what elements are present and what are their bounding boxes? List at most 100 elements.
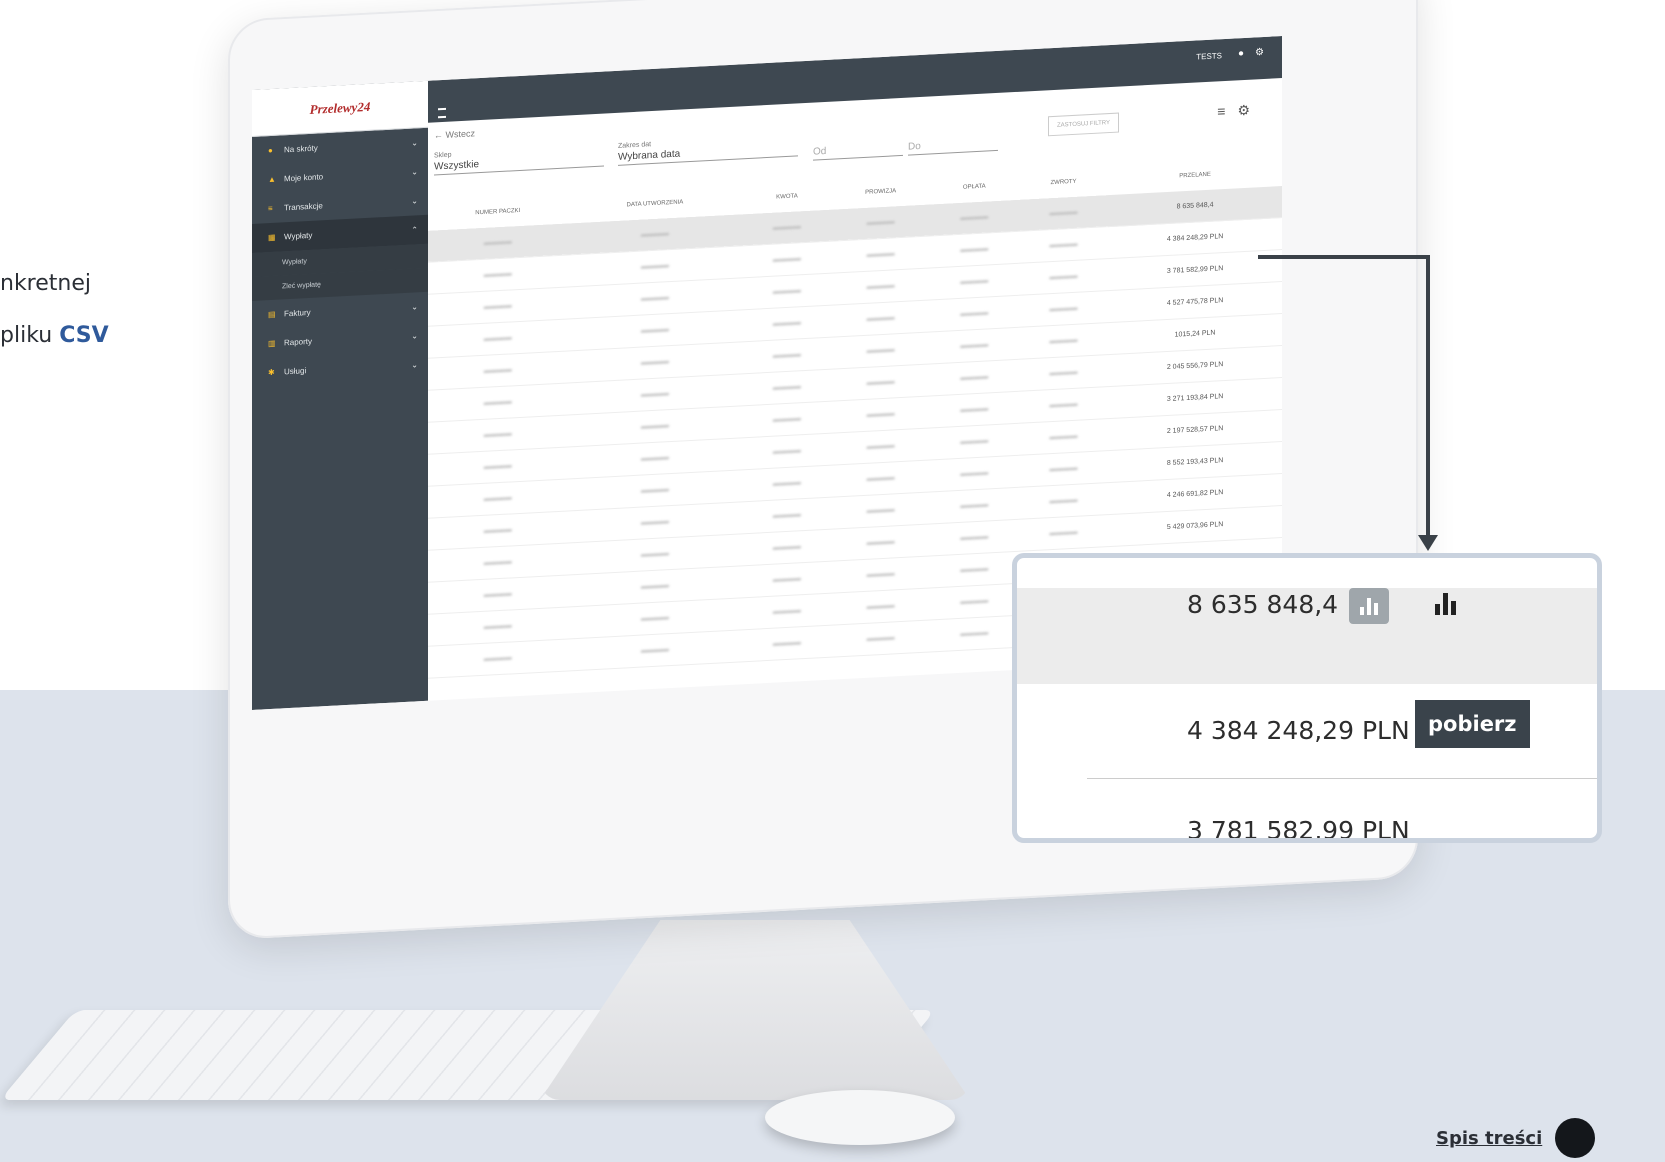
download-tooltip[interactable]: pobierz: [1415, 700, 1530, 748]
pin-icon: ●: [268, 145, 273, 156]
blurred-cell: ▬▬▬▬: [742, 497, 832, 534]
blurred-cell: ▬▬▬▬: [831, 491, 930, 530]
blurred-cell: ▬▬▬▬: [831, 235, 930, 274]
chevron-down-icon: ⌄: [411, 167, 418, 177]
page-number-badge: [1555, 1118, 1595, 1158]
csv-highlight: CSV: [59, 323, 109, 348]
blurred-cell: ▬▬▬▬: [831, 427, 930, 466]
blurred-cell: ▬▬▬▬: [929, 231, 1019, 268]
blurred-cell: ▬▬▬▬: [1018, 258, 1109, 296]
date-to-input[interactable]: Do: [908, 135, 998, 156]
blurred-cell: ▬▬▬▬: [929, 295, 1019, 332]
apply-filters-button[interactable]: ZASTOSUJ FILTRY: [1048, 112, 1120, 137]
row-divider: [1087, 778, 1597, 779]
back-button[interactable]: ← Wstecz: [434, 128, 475, 140]
chevron-down-icon: ⌄: [411, 360, 418, 370]
blurred-cell: ▬▬▬▬: [742, 433, 832, 470]
blurred-cell: ▬▬▬▬: [742, 337, 832, 374]
menu-icon[interactable]: [438, 107, 446, 119]
column-header[interactable]: ZWROTY: [1019, 165, 1108, 200]
user-label[interactable]: TESTS: [1196, 51, 1222, 61]
shop-filter-value[interactable]: Wszystkie: [434, 152, 604, 176]
date-from-placeholder: Od: [813, 141, 903, 161]
mouse-image: [765, 1090, 955, 1145]
arrow-down-icon: [1418, 535, 1438, 551]
blurred-cell: ▬▬▬▬: [1018, 290, 1109, 328]
connector-line: [1426, 255, 1430, 535]
blurred-cell: ▬▬▬▬: [831, 459, 930, 498]
blurred-cell: ▬▬▬▬: [831, 619, 930, 658]
blurred-cell: ▬▬▬▬: [1018, 386, 1109, 424]
chevron-down-icon: ⌄: [411, 138, 418, 148]
connector-line: [1258, 255, 1430, 259]
sidebar-item-label: Transakcje: [284, 201, 323, 213]
back-label: Wstecz: [445, 128, 476, 140]
sidebar-item-label: Na skróty: [284, 143, 318, 155]
help-icon[interactable]: ●: [1238, 48, 1244, 59]
blurred-cell: ▬▬▬▬: [1018, 226, 1109, 264]
sidebar-item-label: Raporty: [284, 336, 313, 348]
chevron-down-icon: ⌄: [411, 196, 418, 206]
gear-icon[interactable]: ⚙: [1237, 101, 1262, 118]
blurred-cell: ▬▬▬▬: [929, 199, 1019, 236]
blurred-cell: ▬▬▬▬: [929, 423, 1019, 460]
blurred-cell: ▬▬▬▬: [742, 273, 832, 310]
blurred-cell: ▬▬▬▬: [742, 465, 832, 502]
sidebar-item-label: Usługi: [284, 366, 307, 377]
settings-icon[interactable]: ⚙: [1255, 47, 1264, 58]
chevron-down-icon: ⌄: [411, 302, 418, 312]
blurred-cell: ▬▬▬▬: [929, 583, 1019, 620]
sidebar-item-label: Moje konto: [284, 172, 324, 184]
blurred-cell: ▬▬▬▬: [929, 519, 1019, 556]
user-icon: ▲: [268, 174, 276, 185]
filter-icon[interactable]: ≡: [1217, 102, 1237, 119]
column-header[interactable]: KWOTA: [742, 180, 831, 215]
blurred-cell: ▬▬▬▬: [1018, 418, 1109, 456]
blurred-cell: ▬▬▬▬: [742, 529, 832, 566]
report-icon: ▥: [268, 338, 276, 349]
sidebar-item-label: Wypłaty: [284, 230, 313, 242]
blurred-cell: ▬▬▬▬: [929, 359, 1019, 396]
blurred-cell: ▬▬▬▬: [1018, 514, 1109, 552]
shop-filter-label: Sklep: [434, 151, 452, 160]
blurred-cell: ▬▬▬▬: [831, 363, 930, 402]
blurred-cell: ▬▬▬▬: [1018, 450, 1109, 488]
blurred-cell: ▬▬▬▬: [742, 241, 832, 278]
blurred-cell: ▬▬▬▬: [831, 331, 930, 370]
monitor-stand: [540, 920, 970, 1100]
blurred-cell: ▬▬▬▬: [929, 455, 1019, 492]
date-from-input[interactable]: Od: [813, 140, 903, 161]
blurred-cell: ▬▬▬▬: [1018, 354, 1109, 392]
chevron-down-icon: ⌄: [411, 331, 418, 341]
toc-link[interactable]: Spis treści: [1436, 1128, 1542, 1149]
blurred-cell: ▬▬▬▬: [742, 305, 832, 342]
sidebar-item-label: Faktury: [284, 307, 311, 319]
instruction-line-2: pliku CSV: [0, 310, 109, 362]
shop-filter[interactable]: Sklep Wszystkie: [434, 144, 604, 176]
services-icon: ✱: [268, 367, 275, 378]
column-header[interactable]: OPŁATA: [930, 170, 1019, 205]
chevron-up-icon: ⌃: [411, 225, 418, 235]
blurred-cell: ▬▬▬▬: [929, 615, 1019, 652]
blurred-cell: ▬▬▬▬: [831, 299, 930, 338]
blurred-cell: ▬▬▬▬: [742, 209, 832, 246]
date-range-filter[interactable]: Zakres dat Wybrana data: [618, 133, 798, 166]
blurred-cell: ▬▬▬▬: [1018, 195, 1109, 232]
blurred-cell: ▬▬▬▬: [929, 391, 1019, 428]
blurred-cell: ▬▬▬▬: [1018, 322, 1109, 360]
sidebar: Przelewy24 ● Na skróty ⌄ ▲ Moje konto ⌄ ≡ Tra…: [252, 80, 428, 710]
blurred-cell: ▬▬▬▬: [1018, 482, 1109, 520]
app-logo: Przelewy24: [309, 98, 371, 117]
bar-chart-icon[interactable]: [1427, 588, 1467, 624]
document-icon: ▤: [268, 309, 276, 320]
zoom-value-3: 3 781 582,99 PLN: [1187, 816, 1410, 843]
blurred-cell: ▬▬▬▬: [742, 369, 832, 406]
instruction-line-2-prefix: pliku: [0, 323, 60, 348]
blurred-cell: ▬▬▬▬: [742, 561, 832, 598]
blurred-cell: ▬▬▬▬: [831, 523, 930, 562]
blurred-cell: ▬▬▬▬: [742, 625, 832, 662]
blurred-cell: ▬▬▬▬: [929, 487, 1019, 524]
chart-button-icon[interactable]: [1349, 588, 1389, 624]
blurred-cell: ▬▬▬▬: [929, 263, 1019, 300]
instruction-text: nkretnej pliku CSV: [0, 258, 109, 362]
